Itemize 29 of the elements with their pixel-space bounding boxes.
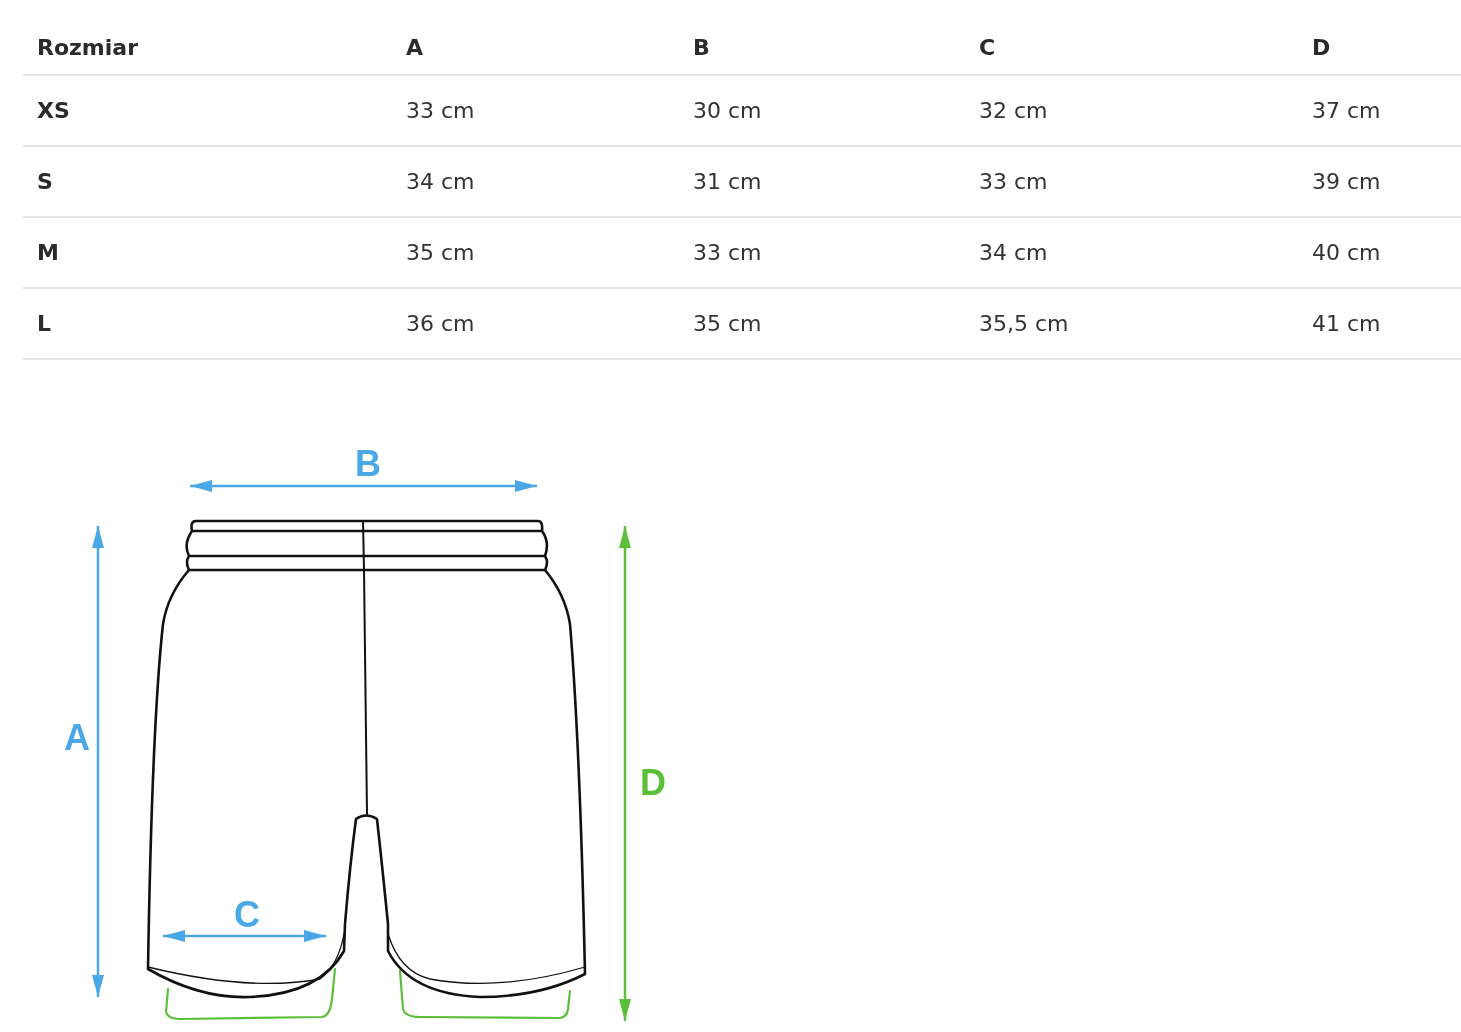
size-name: L (23, 288, 392, 359)
table-cell: 40 cm (1298, 217, 1461, 288)
table-cell: 34 cm (392, 146, 679, 217)
size-name: S (23, 146, 392, 217)
table-cell: 33 cm (392, 75, 679, 146)
dimension-label: B (355, 443, 381, 484)
table-cell: 36 cm (392, 288, 679, 359)
column-header: Rozmiar (23, 20, 392, 75)
size-name: XS (23, 75, 392, 146)
dimension-label: C (234, 894, 260, 935)
table-cell: 34 cm (965, 217, 1298, 288)
size-name: M (23, 217, 392, 288)
table-cell: 30 cm (679, 75, 965, 146)
column-header: D (1298, 20, 1461, 75)
table-cell: 35,5 cm (965, 288, 1298, 359)
table-cell: 33 cm (679, 217, 965, 288)
table-cell: 37 cm (1298, 75, 1461, 146)
table-cell: 35 cm (392, 217, 679, 288)
table-cell: 33 cm (965, 146, 1298, 217)
dimension-label: D (640, 762, 666, 803)
table-cell: 39 cm (1298, 146, 1461, 217)
table-cell: 31 cm (679, 146, 965, 217)
table-cell: 35 cm (679, 288, 965, 359)
table-cell: 41 cm (1298, 288, 1461, 359)
dimension-label: A (64, 717, 90, 758)
column-header: C (965, 20, 1298, 75)
column-header: A (392, 20, 679, 75)
table-cell: 32 cm (965, 75, 1298, 146)
column-header: B (679, 20, 965, 75)
